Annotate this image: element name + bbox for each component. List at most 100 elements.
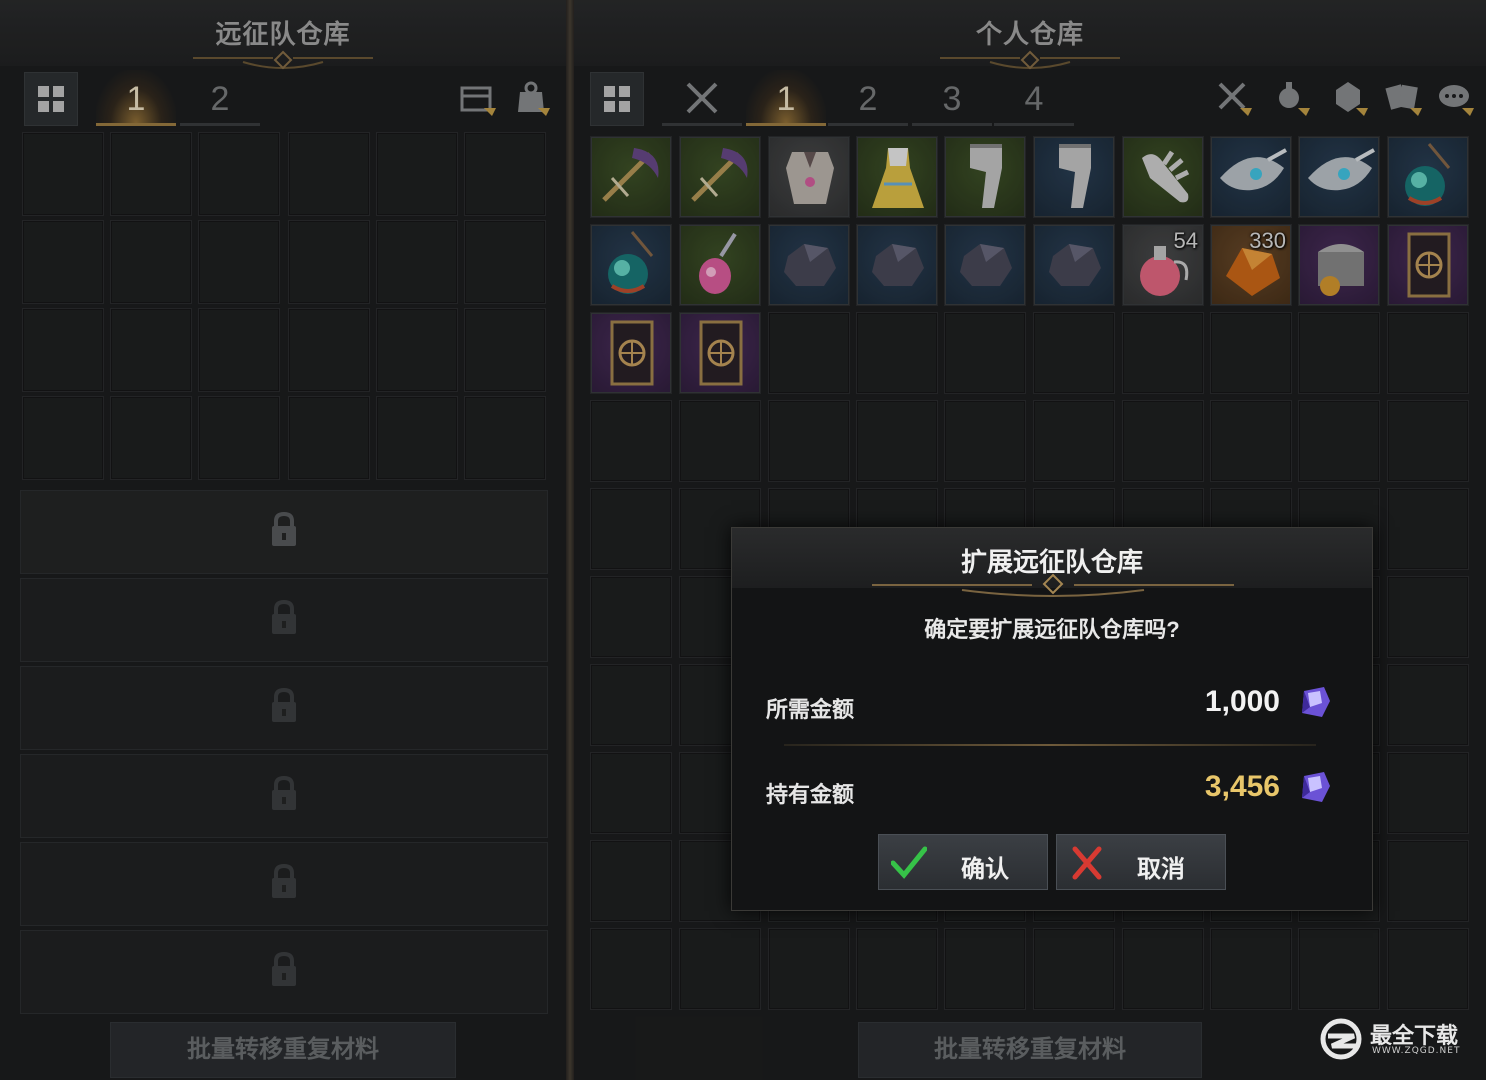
item-orb-necklace[interactable] — [1388, 137, 1468, 217]
item-mask-helmet[interactable] — [1299, 137, 1379, 217]
storage-slot[interactable] — [1122, 312, 1204, 394]
potion-transfer-icon[interactable] — [1272, 78, 1314, 120]
item-health-potion[interactable]: 54 — [1123, 225, 1203, 305]
item-ore-stone[interactable] — [769, 225, 849, 305]
item-scythe-weapon[interactable] — [591, 137, 671, 217]
storage-slot[interactable] — [768, 928, 850, 1010]
storage-slot[interactable] — [1122, 928, 1204, 1010]
confirm-button[interactable]: 确认 — [878, 834, 1048, 890]
storage-slot[interactable] — [1033, 312, 1115, 394]
tab-4[interactable]: 4 — [994, 70, 1074, 126]
storage-slot[interactable] — [464, 220, 546, 304]
storage-slot[interactable] — [1387, 400, 1469, 482]
storage-slot[interactable] — [288, 220, 370, 304]
storage-slot[interactable] — [464, 132, 546, 216]
storage-slot[interactable] — [590, 400, 672, 482]
storage-slot[interactable] — [22, 396, 104, 480]
storage-slot[interactable] — [856, 312, 938, 394]
item-tarot-card[interactable] — [680, 313, 760, 393]
storage-slot[interactable] — [1298, 400, 1380, 482]
tab-3[interactable]: 3 — [912, 70, 992, 126]
storage-slot[interactable] — [1387, 488, 1469, 570]
item-chest-armor[interactable] — [769, 137, 849, 217]
item-scythe-weapon[interactable] — [680, 137, 760, 217]
tab-equipment[interactable] — [662, 70, 742, 126]
storage-slot[interactable] — [1298, 312, 1380, 394]
item-glove[interactable] — [1123, 137, 1203, 217]
storage-slot[interactable] — [22, 308, 104, 392]
storage-slot[interactable] — [1122, 400, 1204, 482]
bag-transfer-icon[interactable] — [512, 78, 554, 120]
storage-slot[interactable] — [1033, 400, 1115, 482]
locked-slot-row[interactable] — [20, 578, 548, 662]
item-ore-stone[interactable] — [945, 225, 1025, 305]
storage-slot[interactable] — [590, 664, 672, 746]
batch-transfer-button[interactable]: 批量转移重复材料 — [858, 1022, 1202, 1078]
cancel-button[interactable]: 取消 — [1056, 834, 1226, 890]
storage-slot[interactable] — [1387, 752, 1469, 834]
storage-slot[interactable] — [1298, 928, 1380, 1010]
storage-slot[interactable] — [288, 132, 370, 216]
tab-2[interactable]: 2 — [828, 70, 908, 126]
storage-slot[interactable] — [590, 576, 672, 658]
chest-transfer-icon[interactable] — [458, 78, 500, 120]
item-ore-stone[interactable] — [857, 225, 937, 305]
item-amber-crystal[interactable]: 330 — [1211, 225, 1291, 305]
storage-slot[interactable] — [288, 396, 370, 480]
tab-2[interactable]: 2 — [180, 70, 260, 126]
storage-slot[interactable] — [768, 400, 850, 482]
card-transfer-icon[interactable] — [1384, 78, 1426, 120]
tab-1[interactable]: 1 — [96, 70, 176, 126]
item-dress-outfit[interactable] — [857, 137, 937, 217]
item-pink-earring[interactable] — [680, 225, 760, 305]
storage-slot[interactable] — [944, 400, 1026, 482]
locked-slot-row[interactable] — [20, 754, 548, 838]
storage-slot[interactable] — [944, 928, 1026, 1010]
storage-slot[interactable] — [110, 220, 192, 304]
storage-slot[interactable] — [1387, 312, 1469, 394]
storage-slot[interactable] — [464, 396, 546, 480]
storage-slot[interactable] — [679, 928, 761, 1010]
storage-slot[interactable] — [856, 928, 938, 1010]
storage-slot[interactable] — [198, 396, 280, 480]
storage-slot[interactable] — [856, 400, 938, 482]
storage-slot[interactable] — [590, 488, 672, 570]
storage-slot[interactable] — [110, 396, 192, 480]
storage-slot[interactable] — [590, 840, 672, 922]
storage-slot[interactable] — [22, 220, 104, 304]
storage-slot[interactable] — [679, 400, 761, 482]
storage-slot[interactable] — [590, 752, 672, 834]
storage-slot[interactable] — [376, 220, 458, 304]
storage-slot[interactable] — [198, 308, 280, 392]
crossed-tools-icon[interactable] — [1214, 78, 1256, 120]
item-leg-armor[interactable] — [1034, 137, 1114, 217]
item-tarot-card[interactable] — [591, 313, 671, 393]
locked-slot-row[interactable] — [20, 490, 548, 574]
storage-slot[interactable] — [376, 308, 458, 392]
batch-transfer-button[interactable]: 批量转移重复材料 — [110, 1022, 456, 1078]
locked-slot-row[interactable] — [20, 842, 548, 926]
item-tarot-card[interactable] — [1388, 225, 1468, 305]
storage-slot[interactable] — [22, 132, 104, 216]
item-leg-armor[interactable] — [945, 137, 1025, 217]
storage-slot[interactable] — [1387, 928, 1469, 1010]
locked-slot-row[interactable] — [20, 930, 548, 1014]
storage-slot[interactable] — [376, 132, 458, 216]
chat-transfer-icon[interactable] — [1436, 78, 1478, 120]
storage-slot[interactable] — [110, 132, 192, 216]
storage-slot[interactable] — [198, 132, 280, 216]
item-treasure-chest[interactable] — [1299, 225, 1379, 305]
storage-slot[interactable] — [1033, 928, 1115, 1010]
grid-view-button[interactable] — [590, 72, 644, 126]
storage-slot[interactable] — [110, 308, 192, 392]
storage-slot[interactable] — [1210, 928, 1292, 1010]
tab-1[interactable]: 1 — [746, 70, 826, 126]
storage-slot[interactable] — [1387, 664, 1469, 746]
storage-slot[interactable] — [590, 928, 672, 1010]
item-orb-necklace[interactable] — [591, 225, 671, 305]
gem-transfer-icon[interactable] — [1330, 78, 1372, 120]
grid-view-button[interactable] — [24, 72, 78, 126]
storage-slot[interactable] — [198, 220, 280, 304]
storage-slot[interactable] — [1210, 400, 1292, 482]
item-mask-helmet[interactable] — [1211, 137, 1291, 217]
